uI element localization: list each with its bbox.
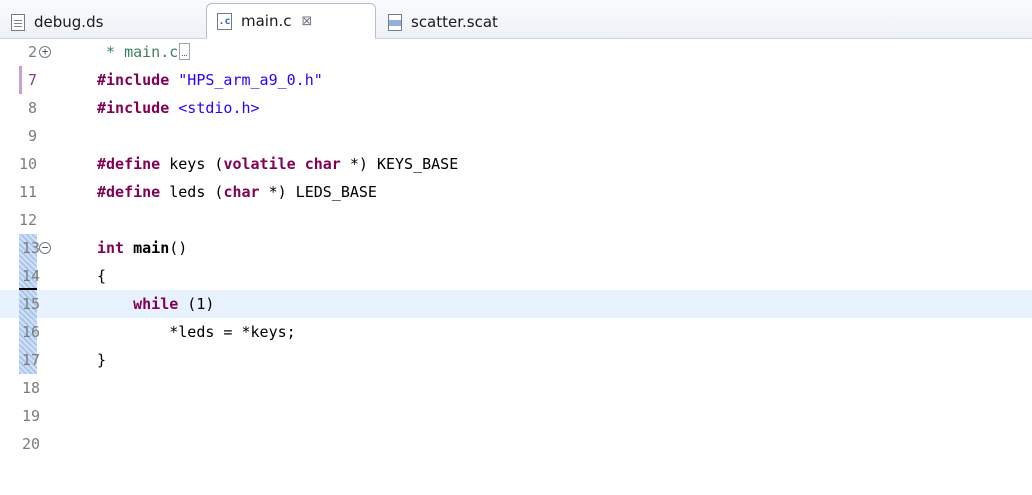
code-line[interactable]: 19 [0,402,1032,430]
close-icon[interactable]: ⊠ [302,14,313,29]
code-line[interactable]: 12 [0,206,1032,234]
line-number: 17 [22,351,41,369]
code-token-keyword: while [133,295,179,313]
code-line[interactable]: 20 [0,430,1032,458]
code-text[interactable]: * main.c [97,38,191,66]
code-text[interactable]: int main() [97,234,187,262]
tab-debug-ds[interactable]: debug.ds [0,6,204,38]
code-line[interactable]: 13− int main() [0,234,1032,262]
scatter-file-icon [388,13,402,31]
code-token-keyword: char [223,183,260,201]
code-text[interactable]: } [97,346,106,374]
code-token-string: "HPS_arm_a9_0.h" [178,71,323,89]
code-line[interactable]: 7 #include "HPS_arm_a9_0.h" [0,66,1032,94]
line-gutter[interactable]: 14 [0,262,92,290]
tab-label: scatter.scat [411,13,498,31]
code-text[interactable]: #include "HPS_arm_a9_0.h" [97,66,323,94]
code-line[interactable]: 2 + * main.c [0,38,1032,66]
code-text[interactable]: #define leds (char *) LEDS_BASE [97,178,377,206]
code-token-comment: * main.c [97,43,179,61]
code-text[interactable]: #define keys (volatile char *) KEYS_BASE [97,150,458,178]
code-line[interactable]: 18 [0,374,1032,402]
code-token-plain: *leds = *keys; [97,323,296,341]
code-editor: debug.ds .c main.c ⊠ scatter.scat 2 + * m… [0,0,1032,495]
line-number: 16 [22,323,41,341]
line-gutter[interactable]: 15 [0,290,92,318]
code-token-plain: leds ( [160,183,224,201]
code-token-keyword: #include [97,71,170,89]
code-area[interactable]: 2 + * main.c 7 #include "HPS_arm_a9_0.h" 8 #i… [0,39,1032,495]
line-gutter[interactable]: 16 [0,318,92,346]
code-text[interactable]: #include <stdio.h> [97,94,260,122]
code-text[interactable]: { [97,262,106,290]
line-gutter[interactable]: 18 [0,374,92,402]
fold-collapse-icon[interactable]: − [39,242,51,254]
line-number: 20 [22,435,41,453]
code-token-function: main [133,239,170,257]
line-gutter[interactable]: 9 [0,122,92,150]
code-line[interactable]: 16 *leds = *keys; [0,318,1032,346]
line-number: 19 [22,407,41,425]
line-gutter[interactable]: 11 [0,178,92,206]
line-number: 15 [22,295,41,313]
document-icon [11,13,25,31]
code-line[interactable]: 10 #define keys (volatile char *) KEYS_BA… [0,150,1032,178]
code-token-keyword: char [304,155,341,173]
code-token-keyword: #define [97,155,161,173]
code-line[interactable]: 11 #define leds (char *) LEDS_BASE [0,178,1032,206]
line-number: 7 [27,71,37,89]
line-gutter[interactable]: 7 [0,66,92,94]
line-number: 8 [27,99,37,117]
code-token-plain: keys ( [160,155,224,173]
line-number: 9 [27,127,37,145]
code-line[interactable]: 17} [0,346,1032,374]
line-number: 11 [18,183,37,201]
line-gutter[interactable]: 13− [0,234,92,262]
code-line[interactable]: 8 #include <stdio.h> [0,94,1032,122]
tab-scatter-scat[interactable]: scatter.scat [378,6,568,38]
code-token-keyword: int [97,239,125,257]
line-gutter[interactable]: 12 [0,206,92,234]
code-token-plain: () [169,239,188,257]
tab-label: debug.ds [34,13,104,31]
line-gutter[interactable]: 17 [0,346,92,374]
line-number: 14 [22,267,41,285]
code-token-keyword: #include [97,99,170,117]
folded-code-icon[interactable] [179,43,191,60]
code-token-string: <stdio.h> [178,99,260,117]
editor-tab-bar: debug.ds .c main.c ⊠ scatter.scat [0,0,1032,39]
code-line[interactable]: 15 while (1) [0,290,1032,318]
line-gutter[interactable]: 19 [0,402,92,430]
code-token-plain: *) KEYS_BASE [340,155,459,173]
code-token-plain: (1) [178,295,215,313]
code-token-plain: *) LEDS_BASE [259,183,377,201]
code-token-keyword: volatile [223,155,296,173]
line-number: 10 [18,155,37,173]
line-gutter[interactable]: 10 [0,150,92,178]
line-number: 2 [27,43,37,61]
line-gutter[interactable]: 20 [0,430,92,458]
code-token-plain: { [97,267,107,285]
line-number: 12 [18,211,37,229]
line-gutter[interactable]: 2 + [0,38,92,66]
code-token-plain: } [97,351,107,369]
c-source-file-icon: .c [217,12,232,30]
code-line[interactable]: 14 { [0,262,1032,290]
code-text[interactable]: while (1) [97,290,214,318]
code-line[interactable]: 9 [0,122,1032,150]
tab-main-c[interactable]: .c main.c ⊠ [206,3,376,39]
code-text[interactable]: *leds = *keys; [97,318,296,346]
tab-label: main.c [241,12,292,30]
line-gutter[interactable]: 8 [0,94,92,122]
code-token-keyword: #define [97,183,161,201]
line-number: 18 [22,379,41,397]
fold-expand-icon[interactable]: + [39,46,51,58]
